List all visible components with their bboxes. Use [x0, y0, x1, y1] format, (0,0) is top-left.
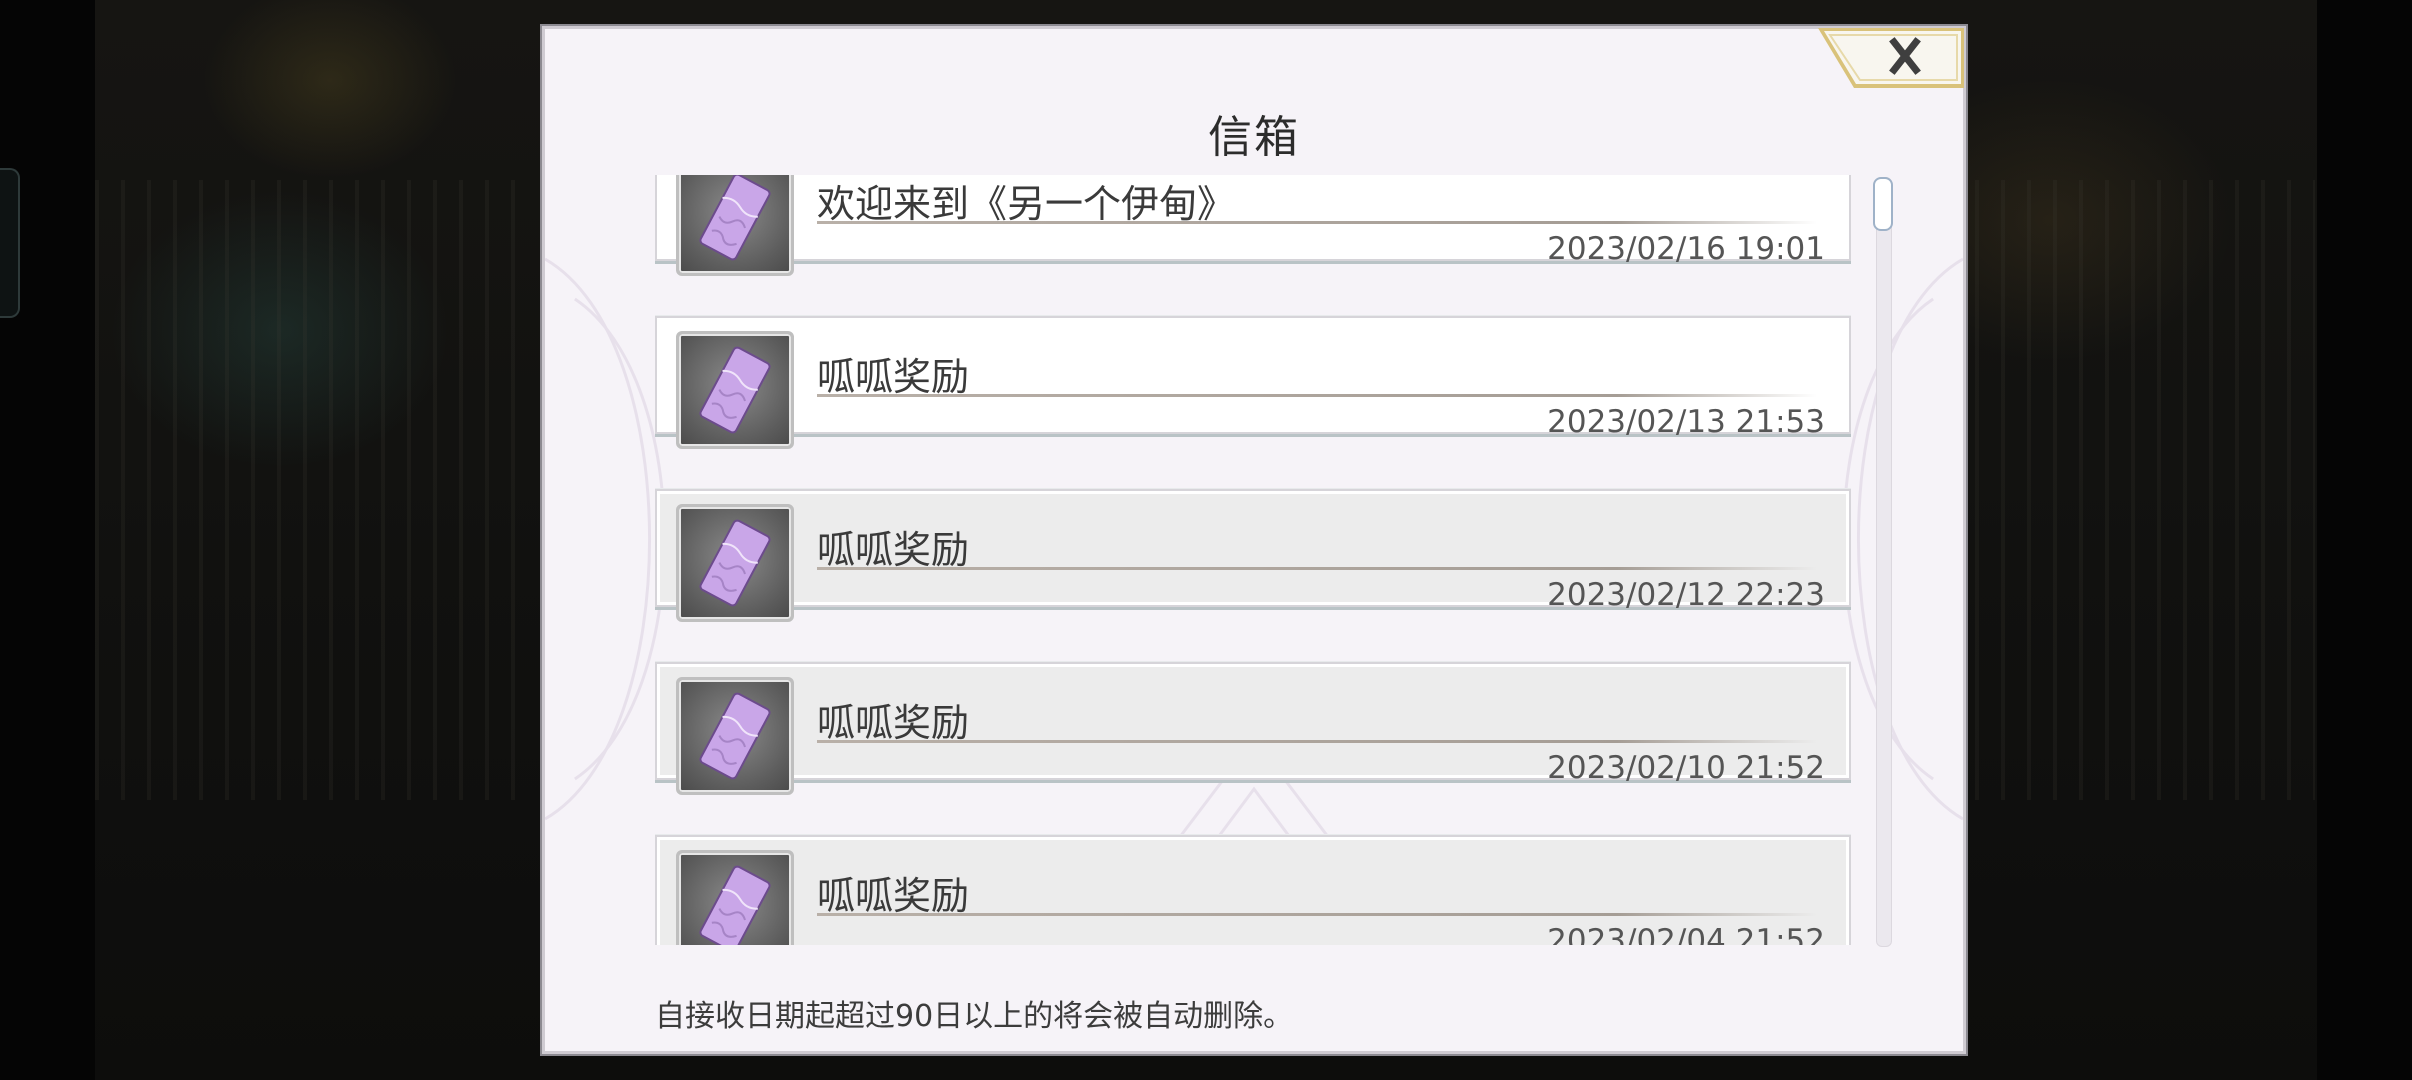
mail-item[interactable]: 呱呱奖励 2023/02/12 22:23 [655, 489, 1851, 622]
mail-list-scrollbar-track[interactable] [1876, 177, 1892, 947]
right-edge-shadow [2317, 0, 2412, 1080]
mail-item[interactable]: 呱呱奖励 2023/02/04 21:52 [655, 835, 1851, 945]
mail-item-title: 呱呱奖励 [817, 355, 970, 399]
left-edge-shadow [0, 0, 95, 1080]
mailbox-dialog: 信箱 欢迎来到《另一个伊甸》 2023/02/16 19:01 呱呱奖励 202… [542, 26, 1966, 1054]
voucher-ticket-icon [699, 519, 771, 607]
mail-item-divider [817, 913, 1817, 916]
mail-item[interactable]: 欢迎来到《另一个伊甸》 2023/02/16 19:01 [655, 175, 1851, 276]
mail-item-date: 2023/02/12 22:23 [1547, 577, 1825, 613]
mail-item-date: 2023/02/10 21:52 [1547, 750, 1825, 786]
mail-item-date: 2023/02/13 21:53 [1547, 404, 1825, 440]
voucher-ticket-icon [699, 346, 771, 434]
close-icon[interactable] [1816, 26, 1966, 94]
mail-item-date: 2023/02/16 19:01 [1547, 231, 1825, 267]
mail-item-icon [676, 504, 794, 622]
mail-item[interactable]: 呱呱奖励 2023/02/13 21:53 [655, 316, 1851, 449]
background-fence-right [1975, 180, 2315, 800]
background-fence-left [95, 180, 535, 800]
mail-item-title: 呱呱奖励 [817, 701, 970, 745]
mail-item-divider [817, 740, 1817, 743]
mail-list[interactable]: 欢迎来到《另一个伊甸》 2023/02/16 19:01 呱呱奖励 2023/0… [655, 175, 1851, 945]
mail-item-divider [817, 394, 1817, 397]
mail-item[interactable]: 呱呱奖励 2023/02/10 21:52 [655, 662, 1851, 795]
mail-item-title: 呱呱奖励 [817, 528, 970, 572]
close-button[interactable] [1816, 26, 1966, 94]
mail-item-icon [676, 331, 794, 449]
mail-list-scrollbar-thumb[interactable] [1873, 177, 1893, 231]
voucher-ticket-icon [699, 692, 771, 780]
auto-delete-notice: 自接收日期起超过90日以上的将会被自动删除。 [655, 999, 1294, 1034]
mail-item-date: 2023/02/04 21:52 [1547, 923, 1825, 945]
mail-item-title: 呱呱奖励 [817, 874, 970, 918]
voucher-ticket-icon [699, 865, 771, 945]
dialog-title: 信箱 [1208, 112, 1300, 163]
mail-item-divider [817, 567, 1817, 570]
mail-item-divider [817, 221, 1817, 224]
mail-item-icon [676, 175, 794, 276]
side-menu-handle[interactable] [0, 168, 20, 318]
voucher-ticket-icon [699, 175, 771, 261]
mail-item-icon [676, 850, 794, 945]
mail-item-icon [676, 677, 794, 795]
